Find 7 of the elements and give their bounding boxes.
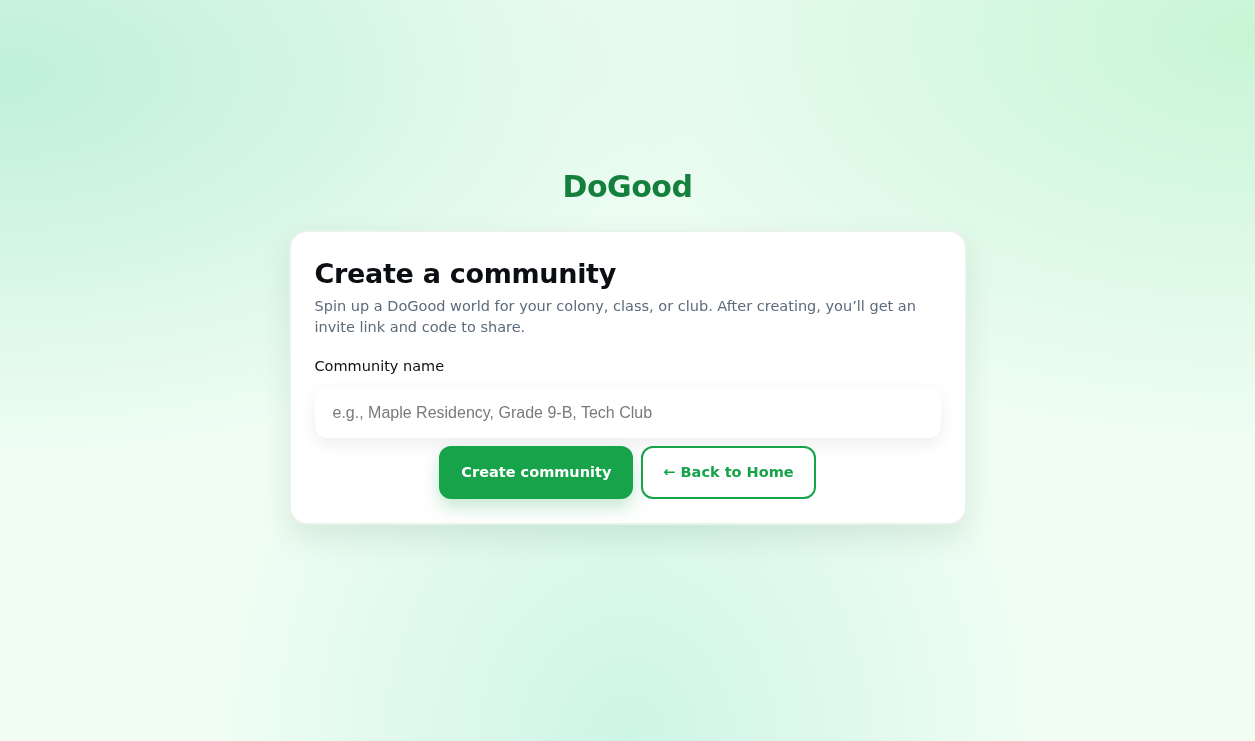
field-label: Community name	[314, 357, 445, 377]
card-description: Spin up a DoGood world for your colony, class, or club. After creating, you’ll get an invite link and code to share.	[314, 297, 917, 338]
back-home-button[interactable]: ← Back to Home	[641, 446, 816, 500]
brand-logo: DoGood	[562, 168, 693, 206]
create-community-button[interactable]: Create community	[439, 446, 634, 500]
card-title: Create a community	[314, 258, 618, 291]
community-name-field[interactable]: e.g., Maple Residency, Grade 9-B, Tech Club	[314, 388, 941, 439]
